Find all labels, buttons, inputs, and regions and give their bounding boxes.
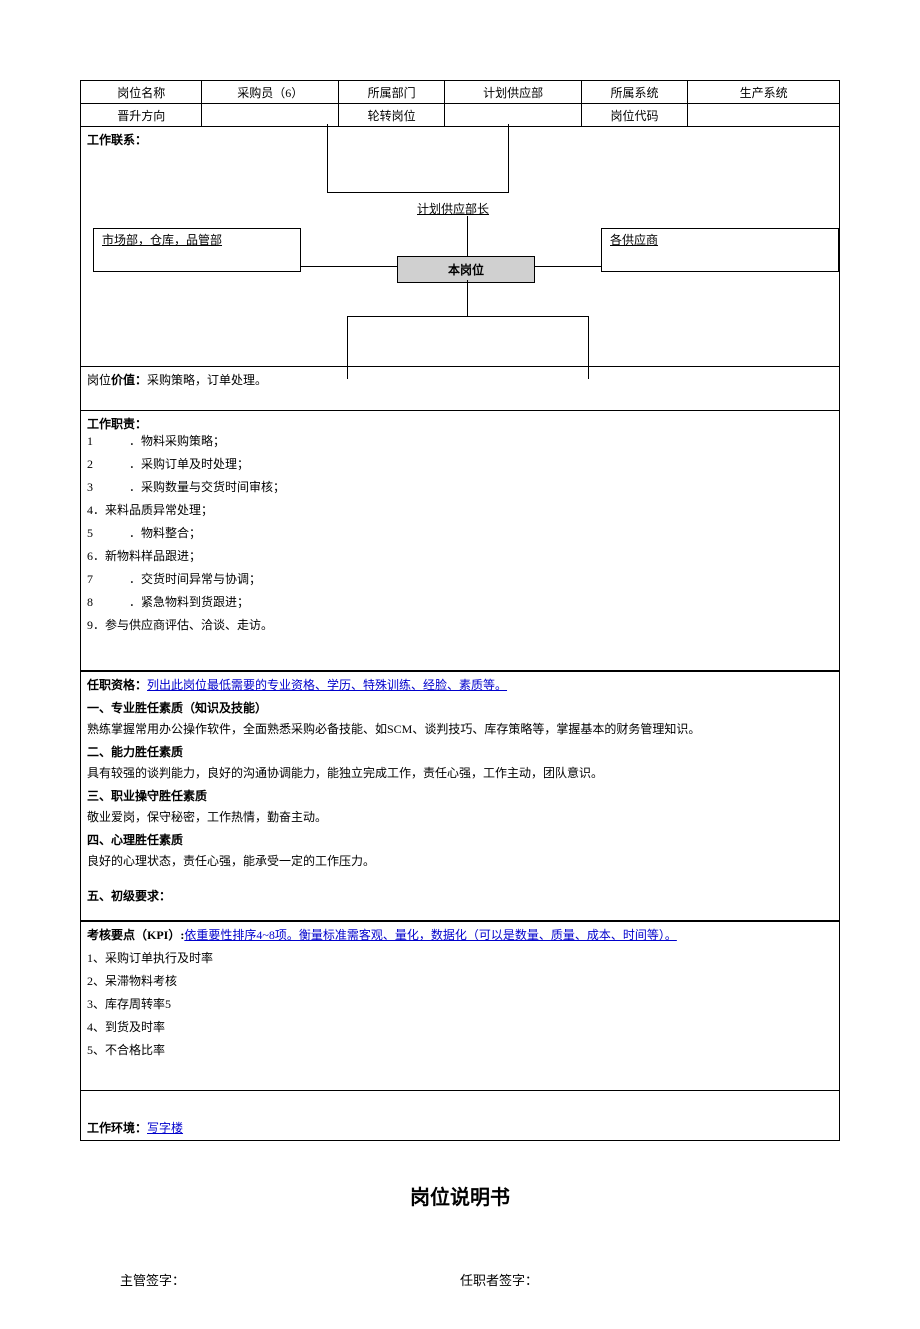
qual-title-5: 五、初级要求： bbox=[87, 887, 833, 904]
document-title: 岗位说明书 bbox=[80, 1181, 840, 1210]
qualifications-section: 任职资格：列出此岗位最低需要的专业资格、学历、特殊训练、经脸、素质等。 一、专业… bbox=[80, 671, 840, 921]
qual-title-3: 三、职业操守胜任素质 bbox=[87, 787, 833, 804]
qualifications-hint: 列出此岗位最低需要的专业资格、学历、特殊训练、经脸、素质等。 bbox=[147, 678, 507, 692]
duty-item: 8 ．紧急物料到货跟进； bbox=[87, 593, 833, 610]
org-line-right bbox=[535, 266, 601, 267]
holder-signature: 任职者签字： bbox=[460, 1270, 800, 1289]
org-frame-upper bbox=[327, 124, 509, 193]
code-label: 岗位代码 bbox=[581, 104, 687, 127]
qual-title-2: 二、能力胜任素质 bbox=[87, 743, 833, 760]
system-label: 所属系统 bbox=[581, 81, 687, 104]
org-right-box: 各供应商 bbox=[601, 228, 839, 272]
position-name-label: 岗位名称 bbox=[81, 81, 202, 104]
org-left-text: 市场部，仓库，品管部 bbox=[102, 233, 222, 247]
supervisor-signature: 主管签字： bbox=[120, 1270, 460, 1289]
qual-body-4: 良好的心理状态，责任心强，能承受一定的工作压力。 bbox=[87, 852, 833, 869]
position-value-label: 岗位 bbox=[87, 373, 111, 387]
qual-body-1: 熟练掌握常用办公操作软件，全面熟悉采购必备技能、如SCM、谈判技巧、库存策略等，… bbox=[87, 720, 833, 737]
org-chart: 计划供应部长 市场部，仓库，品管部 本岗位 各供应商 bbox=[87, 148, 833, 378]
kpi-item: 4、到货及时率 bbox=[87, 1018, 833, 1035]
kpi-hint: 依重要性排序4~8项。衡量标准需客观、量化，数据化（可以是数量、质量、成本、时间… bbox=[184, 928, 677, 942]
duty-item: 2 ．采购订单及时处理； bbox=[87, 455, 833, 472]
environment-section: 工作环境：写字楼 bbox=[80, 1091, 840, 1141]
org-right-text: 各供应商 bbox=[610, 233, 658, 247]
environment-value: 写字楼 bbox=[147, 1121, 183, 1135]
promotion-value bbox=[202, 104, 339, 127]
kpi-section: 考核要点（KPI）:依重要性排序4~8项。衡量标准需客观、量化，数据化（可以是数… bbox=[80, 921, 840, 1091]
org-center-box: 本岗位 bbox=[397, 256, 535, 283]
org-top-label: 计划供应部长 bbox=[417, 200, 489, 217]
duty-item: 1 ．物料采购策略； bbox=[87, 432, 833, 449]
org-line-left bbox=[301, 266, 397, 267]
signature-row: 主管签字： 任职者签字： bbox=[80, 1270, 840, 1289]
kpi-label: 考核要点（KPI）: bbox=[87, 928, 184, 942]
qual-body-2: 具有较强的谈判能力，良好的沟通协调能力，能独立完成工作，责任心强，工作主动，团队… bbox=[87, 764, 833, 781]
position-value-text: 采购策略，订单处理。 bbox=[147, 373, 267, 387]
org-center-text: 本岗位 bbox=[448, 263, 484, 277]
duties-list: 1 ．物料采购策略； 2 ．采购订单及时处理； 3 ．采购数量与交货时间审核； … bbox=[87, 432, 833, 633]
duty-item: 6．新物料样品跟进； bbox=[87, 547, 833, 564]
kpi-item: 5、不合格比率 bbox=[87, 1041, 833, 1058]
duty-item: 4．来料品质异常处理； bbox=[87, 501, 833, 518]
duties-label: 工作职责： bbox=[87, 415, 833, 432]
qualifications-label: 任职资格： bbox=[87, 678, 147, 692]
header-row-1: 岗位名称 采购员（6） 所属部门 计划供应部 所属系统 生产系统 bbox=[81, 81, 840, 104]
position-value-section: 岗位价值：采购策略，订单处理。 bbox=[80, 367, 840, 411]
duty-item: 9．参与供应商评估、洽谈、走访。 bbox=[87, 616, 833, 633]
duty-item: 3 ．采购数量与交货时间审核； bbox=[87, 478, 833, 495]
environment-label: 工作环境： bbox=[87, 1121, 147, 1135]
org-line-bottom bbox=[467, 280, 468, 316]
position-value-label-bold: 价值： bbox=[111, 373, 147, 387]
department-value: 计划供应部 bbox=[445, 81, 582, 104]
page-container: 岗位名称 采购员（6） 所属部门 计划供应部 所属系统 生产系统 晋升方向 轮转… bbox=[0, 0, 920, 1329]
promotion-label: 晋升方向 bbox=[81, 104, 202, 127]
code-value bbox=[688, 104, 840, 127]
kpi-item: 2、呆滞物料考核 bbox=[87, 972, 833, 989]
position-name-value: 采购员（6） bbox=[202, 81, 339, 104]
header-table: 岗位名称 采购员（6） 所属部门 计划供应部 所属系统 生产系统 晋升方向 轮转… bbox=[80, 80, 840, 127]
org-left-box: 市场部，仓库，品管部 bbox=[93, 228, 301, 272]
system-value: 生产系统 bbox=[688, 81, 840, 104]
work-contact-section: 工作联系： 计划供应部长 市场部，仓库，品管部 本岗位 各供应商 bbox=[80, 127, 840, 367]
qual-body-3: 敬业爱岗，保守秘密，工作热情，勤奋主动。 bbox=[87, 808, 833, 825]
org-line-top bbox=[467, 216, 468, 256]
kpi-item: 1、采购订单执行及时率 bbox=[87, 949, 833, 966]
kpi-item: 3、库存周转率5 bbox=[87, 995, 833, 1012]
duties-section: 工作职责： 1 ．物料采购策略； 2 ．采购订单及时处理； 3 ．采购数量与交货… bbox=[80, 411, 840, 671]
duty-item: 5 ．物料整合； bbox=[87, 524, 833, 541]
department-label: 所属部门 bbox=[339, 81, 445, 104]
qual-title-1: 一、专业胜任素质（知识及技能） bbox=[87, 699, 833, 716]
qual-title-4: 四、心理胜任素质 bbox=[87, 831, 833, 848]
duty-item: 7 ．交货时间异常与协调； bbox=[87, 570, 833, 587]
